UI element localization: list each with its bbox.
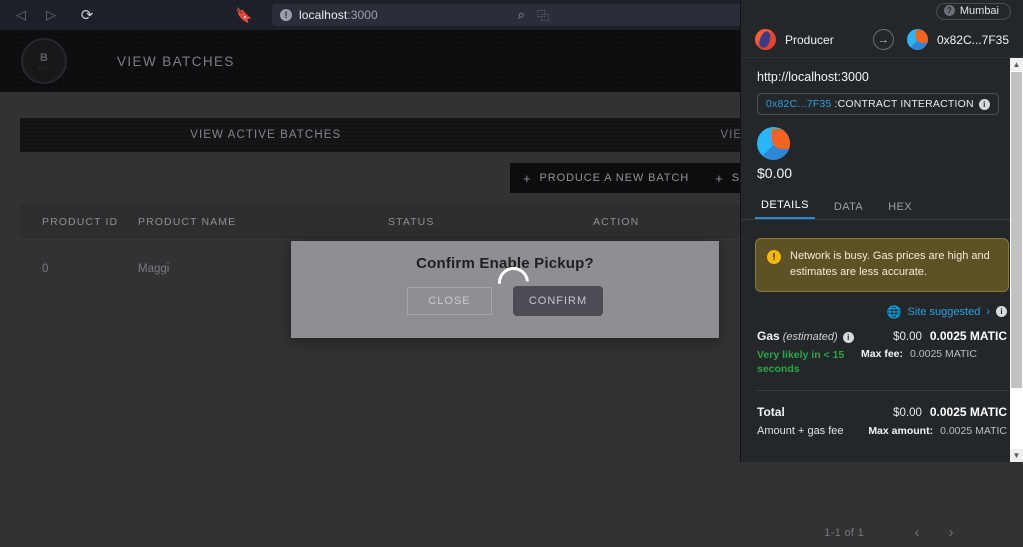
max-fee-value: 0.0025 MATIC (910, 347, 977, 360)
network-label: Mumbai (959, 4, 999, 17)
metamask-accounts-bar: Producer → 0x82C...7F35 (741, 22, 1023, 58)
scroll-up-icon[interactable]: ▲ (1010, 58, 1023, 71)
max-amount-group: Max amount: 0.0025 MATIC (868, 425, 1007, 437)
screen-root: ◁ ▷ ⟳ 🔖 ! localhost:3000 ⌕ ⿻ B • • • VIE… (0, 0, 1023, 547)
scrollbar-thumb[interactable] (1011, 72, 1022, 388)
recipient-identicon (906, 29, 928, 50)
globe-icon: 🌐 (886, 304, 902, 319)
total-row: Total $0.00 0.0025 MATIC (757, 405, 1007, 419)
gas-native: 0.0025 MATIC (929, 328, 1007, 343)
total-values: $0.00 0.0025 MATIC (893, 405, 1007, 419)
total-label: Total (757, 405, 785, 420)
site-suggested-label: Site suggested (907, 305, 981, 318)
warning-icon: ! (767, 250, 781, 264)
info-icon[interactable]: i (978, 98, 990, 110)
site-suggested-row[interactable]: 🌐 Site suggested › i (741, 292, 1023, 319)
max-amount-value: 0.0025 MATIC (940, 425, 1007, 438)
gas-usd: $0.00 (893, 330, 922, 343)
network-selector[interactable]: ? Mumbai (935, 2, 1011, 20)
max-fee-label: Max fee: (861, 347, 904, 360)
gas-eta: Very likely in < 15 seconds (757, 348, 845, 376)
scroll-down-icon[interactable]: ▼ (1010, 449, 1023, 462)
amount-plus-gas-label: Amount + gas fee (757, 425, 844, 438)
gas-fee-block: Gas (estimated) i $0.00 0.0025 MATIC Very… (741, 319, 1023, 376)
contract-interaction-pill[interactable]: 0x82C...7F35 : CONTRACT INTERACTION i (757, 93, 999, 115)
info-icon[interactable]: i (842, 331, 854, 343)
tab-data[interactable]: DATA (828, 201, 869, 219)
transfer-arrow-icon: → (872, 29, 894, 50)
gas-row: Gas (estimated) i $0.00 0.0025 MATIC (757, 329, 1007, 343)
gas-estimated-note: (estimated) (782, 330, 838, 343)
transaction-amount: $0.00 (741, 115, 1023, 181)
network-status-icon: ? (943, 5, 955, 16)
gas-label: Gas (estimated) (757, 328, 838, 343)
tab-details[interactable]: DETAILS (755, 199, 815, 219)
extension-icon[interactable]: ⿻ (537, 7, 549, 24)
max-amount-label: Max amount: (868, 425, 934, 438)
dialog-buttons: CLOSE CONFIRM (407, 260, 603, 316)
metamask-scrollbar[interactable]: ▲ ▼ (1010, 58, 1023, 462)
token-identicon (757, 127, 790, 160)
back-arrow-icon[interactable]: ◁ (8, 2, 34, 28)
warning-text: Network is busy. Gas prices are high and… (790, 250, 990, 278)
metamask-tabs: DETAILS DATA HEX (741, 193, 1023, 220)
network-busy-warning: ! Network is busy. Gas prices are high a… (755, 238, 1009, 292)
site-info-icon[interactable]: ! (280, 9, 292, 21)
total-native: 0.0025 MATIC (929, 405, 1007, 420)
gas-subrow: Very likely in < 15 seconds Max fee: 0.0… (757, 348, 1007, 376)
confirm-enable-pickup-dialog: Confirm Enable Pickup? CLOSE CONFIRM (291, 241, 719, 338)
from-account-name[interactable]: Producer (785, 33, 834, 47)
metamask-popup: ? Mumbai Producer → 0x82C...7F35 http://… (740, 0, 1023, 462)
account-identicon (755, 29, 776, 50)
info-icon[interactable]: i (996, 306, 1007, 318)
total-subrow: Amount + gas fee Max amount: 0.0025 MATI… (757, 425, 1007, 437)
gas-values: $0.00 0.0025 MATIC (893, 329, 1007, 343)
reload-icon[interactable]: ⟳ (74, 2, 100, 28)
total-block: Total $0.00 0.0025 MATIC Amount + gas fe… (741, 391, 1023, 437)
search-icon[interactable]: ⌕ (518, 7, 525, 23)
close-button[interactable]: CLOSE (407, 287, 492, 315)
origin-url: http://localhost:3000 (757, 70, 869, 84)
contract-interaction-label: CONTRACT INTERACTION (837, 98, 974, 110)
tab-hex[interactable]: HEX (882, 201, 918, 219)
bookmark-icon[interactable]: 🔖 (234, 7, 254, 24)
total-usd: $0.00 (893, 407, 922, 420)
to-address[interactable]: 0x82C...7F35 (937, 33, 1009, 47)
url-port: :3000 (347, 8, 378, 22)
chevron-right-icon: › (986, 305, 990, 318)
url-bar[interactable]: ! localhost:3000 ⌕ ⿻ (272, 4, 799, 26)
amount-value: $0.00 (757, 165, 793, 181)
contract-address: 0x82C...7F35 (766, 98, 832, 110)
url-text: localhost:3000 (299, 8, 378, 22)
forward-arrow-icon[interactable]: ▷ (38, 2, 64, 28)
metamask-body: http://localhost:3000 0x82C...7F35 : CON… (741, 58, 1023, 462)
metamask-network-bar: ? Mumbai (741, 0, 1023, 22)
url-host: localhost (299, 8, 348, 22)
